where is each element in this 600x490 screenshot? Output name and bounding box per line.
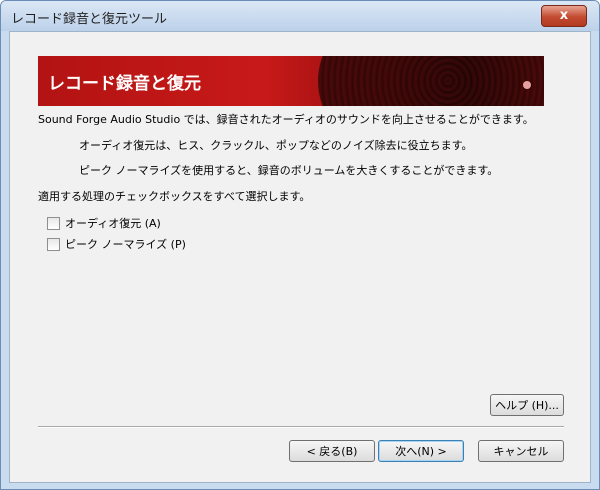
- audio-restoration-label[interactable]: オーディオ復元 (A): [65, 215, 161, 231]
- bullet-audio-restoration: オーディオ復元は、ヒス、クラックル、ポップなどのノイズ除去に役立ちます。: [79, 139, 473, 152]
- help-button[interactable]: ヘルプ (H)...: [490, 394, 564, 416]
- window-title: レコード録音と復元ツール: [11, 12, 168, 27]
- close-button[interactable]: x: [541, 5, 587, 27]
- button-separator-highlight: [38, 427, 564, 428]
- vinyl-record-icon: [318, 56, 544, 106]
- dialog-window: レコード録音と復元ツール x レコード録音と復元 Sound Forge Aud…: [0, 0, 600, 490]
- close-icon: x: [559, 8, 569, 23]
- intro-text: Sound Forge Audio Studio では、録音されたオーディオのサ…: [38, 113, 534, 126]
- next-button[interactable]: 次へ(N) >: [378, 440, 464, 462]
- banner-title: レコード録音と復元: [48, 74, 201, 94]
- back-button[interactable]: < 戻る(B): [289, 440, 375, 462]
- audio-restoration-checkbox[interactable]: [47, 216, 60, 230]
- dialog-client-area: レコード録音と復元 Sound Forge Audio Studio では、録音…: [9, 31, 591, 483]
- cancel-button[interactable]: キャンセル: [478, 440, 564, 462]
- title-bar[interactable]: レコード録音と復元ツール x: [1, 1, 599, 31]
- bullet-peak-normalize: ピーク ノーマライズを使用すると、録音のボリュームを大きくすることができます。: [79, 164, 499, 177]
- peak-normalize-label[interactable]: ピーク ノーマライズ (P): [65, 236, 186, 252]
- peak-normalize-checkbox[interactable]: [47, 237, 60, 251]
- peak-normalize-option[interactable]: ピーク ノーマライズ (P): [47, 236, 186, 252]
- audio-restoration-option[interactable]: オーディオ復元 (A): [47, 215, 161, 231]
- header-banner: レコード録音と復元: [38, 56, 544, 106]
- record-highlight: [523, 81, 531, 89]
- instruction-text: 適用する処理のチェックボックスをすべて選択します。: [38, 190, 311, 203]
